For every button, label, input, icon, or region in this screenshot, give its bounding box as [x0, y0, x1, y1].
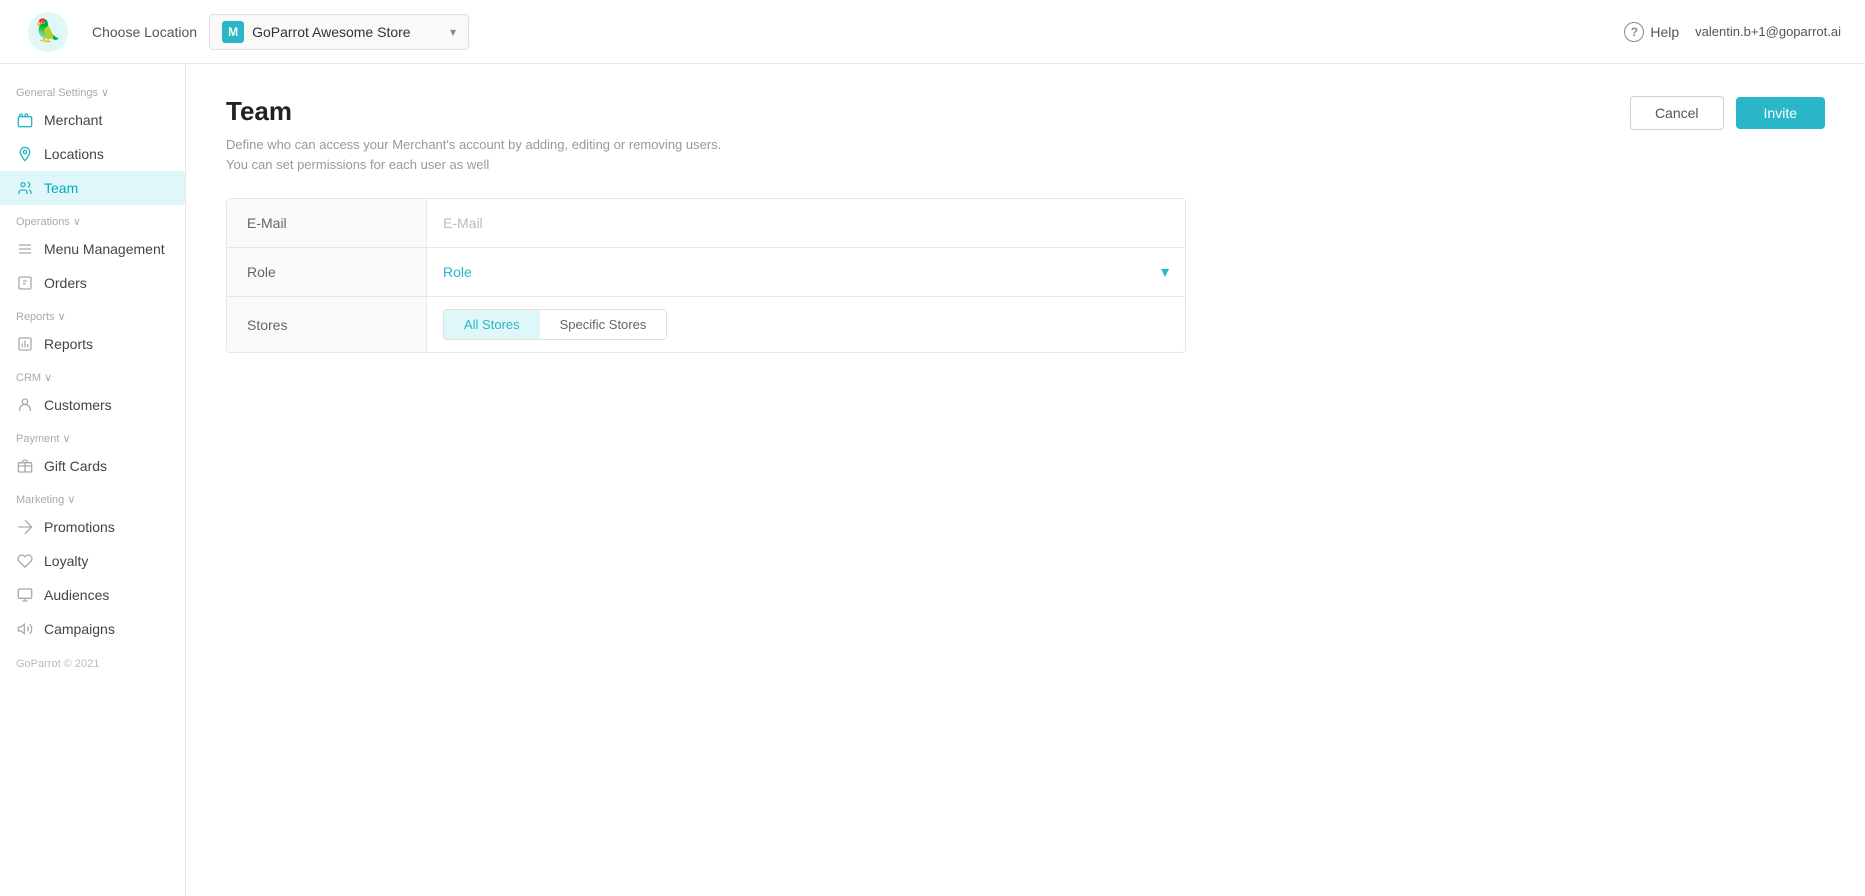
store-toggle-group: All Stores Specific Stores — [443, 309, 667, 340]
chevron-down-icon: ▾ — [450, 25, 456, 39]
orders-icon — [16, 274, 34, 292]
sidebar-item-reports[interactable]: Reports — [0, 327, 185, 361]
role-label: Role — [227, 248, 427, 296]
sidebar-item-reports-label: Reports — [44, 336, 93, 352]
sidebar-item-customers[interactable]: Customers — [0, 388, 185, 422]
menu-icon — [16, 240, 34, 258]
crm-section: CRM ∨ — [0, 361, 185, 388]
reports-icon — [16, 335, 34, 353]
location-selector-area: Choose Location M GoParrot Awesome Store… — [92, 14, 1624, 50]
customers-icon — [16, 396, 34, 414]
specific-stores-button[interactable]: Specific Stores — [540, 310, 667, 339]
main-layout: General Settings ∨ Merchant Locations Te… — [0, 64, 1865, 896]
sidebar-item-customers-label: Customers — [44, 397, 112, 413]
gift-icon — [16, 457, 34, 475]
email-value-cell — [427, 199, 1185, 247]
chevron-down-icon: ▾ — [1161, 262, 1169, 282]
sidebar-item-audiences[interactable]: Audiences — [0, 578, 185, 612]
role-row: Role Role ▾ — [227, 248, 1185, 297]
logo: 🦜 — [24, 8, 72, 56]
email-row: E-Mail — [227, 199, 1185, 248]
sidebar-item-loyalty[interactable]: Loyalty — [0, 544, 185, 578]
content-header: Team Define who can access your Merchant… — [226, 96, 1825, 174]
cancel-button[interactable]: Cancel — [1630, 96, 1724, 130]
marketing-section: Marketing ∨ — [0, 483, 185, 510]
sidebar-item-locations[interactable]: Locations — [0, 137, 185, 171]
sidebar-item-campaigns[interactable]: Campaigns — [0, 612, 185, 646]
store-icon — [16, 111, 34, 129]
choose-location-label: Choose Location — [92, 24, 197, 40]
payment-section: Payment ∨ — [0, 422, 185, 449]
sidebar-item-merchant[interactable]: Merchant — [0, 103, 185, 137]
sidebar-item-menu-management-label: Menu Management — [44, 241, 165, 257]
sidebar-item-team-label: Team — [44, 180, 78, 196]
invite-form: E-Mail Role Role ▾ Stores — [226, 198, 1186, 353]
sidebar-item-campaigns-label: Campaigns — [44, 621, 115, 637]
loyalty-icon — [16, 552, 34, 570]
promotions-icon — [16, 518, 34, 536]
sidebar-item-gift-cards-label: Gift Cards — [44, 458, 107, 474]
sidebar-footer: GoParrot © 2021 — [0, 646, 185, 682]
stores-label: Stores — [227, 297, 427, 352]
user-email: valentin.b+1@goparrot.ai — [1695, 24, 1841, 39]
page-title: Team — [226, 96, 746, 127]
page-description: Define who can access your Merchant's ac… — [226, 135, 746, 174]
stores-value-cell: All Stores Specific Stores — [427, 297, 1185, 352]
team-icon — [16, 179, 34, 197]
sidebar-item-gift-cards[interactable]: Gift Cards — [0, 449, 185, 483]
sidebar-item-promotions[interactable]: Promotions — [0, 510, 185, 544]
sidebar-item-team[interactable]: Team — [0, 171, 185, 205]
help-button[interactable]: ? Help — [1624, 22, 1679, 42]
sidebar: General Settings ∨ Merchant Locations Te… — [0, 64, 186, 896]
location-dropdown[interactable]: M GoParrot Awesome Store ▾ — [209, 14, 469, 50]
sidebar-item-promotions-label: Promotions — [44, 519, 115, 535]
all-stores-button[interactable]: All Stores — [444, 310, 540, 339]
location-name: GoParrot Awesome Store — [252, 24, 442, 40]
role-placeholder: Role — [443, 264, 1161, 280]
general-settings-section: General Settings ∨ — [0, 76, 185, 103]
svg-text:🦜: 🦜 — [34, 17, 61, 44]
email-input[interactable] — [443, 215, 1169, 231]
sidebar-item-locations-label: Locations — [44, 146, 104, 162]
help-circle-icon: ? — [1624, 22, 1644, 42]
role-dropdown[interactable]: Role ▾ — [443, 262, 1169, 282]
location-icon — [16, 145, 34, 163]
sidebar-item-orders-label: Orders — [44, 275, 87, 291]
sidebar-item-menu-management[interactable]: Menu Management — [0, 232, 185, 266]
top-header: 🦜 Choose Location M GoParrot Awesome Sto… — [0, 0, 1865, 64]
email-label: E-Mail — [227, 199, 427, 247]
header-actions: Cancel Invite — [1630, 96, 1825, 130]
help-label: Help — [1650, 24, 1679, 40]
location-badge: M — [222, 21, 244, 43]
campaigns-icon — [16, 620, 34, 638]
main-content: Team Define who can access your Merchant… — [186, 64, 1865, 896]
header-right: ? Help valentin.b+1@goparrot.ai — [1624, 22, 1841, 42]
sidebar-item-audiences-label: Audiences — [44, 587, 109, 603]
operations-section: Operations ∨ — [0, 205, 185, 232]
audiences-icon — [16, 586, 34, 604]
stores-row: Stores All Stores Specific Stores — [227, 297, 1185, 352]
title-block: Team Define who can access your Merchant… — [226, 96, 746, 174]
invite-button[interactable]: Invite — [1736, 97, 1825, 129]
sidebar-item-orders[interactable]: Orders — [0, 266, 185, 300]
sidebar-item-merchant-label: Merchant — [44, 112, 102, 128]
reports-section: Reports ∨ — [0, 300, 185, 327]
role-value-cell: Role ▾ — [427, 248, 1185, 296]
sidebar-item-loyalty-label: Loyalty — [44, 553, 88, 569]
